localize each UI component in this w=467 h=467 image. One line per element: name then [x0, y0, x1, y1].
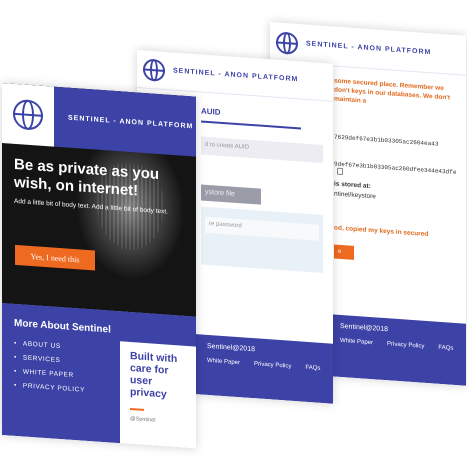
footer-link-white-paper[interactable]: White Paper — [207, 358, 240, 366]
footer-link-faqs[interactable]: FAQs — [305, 365, 320, 372]
brand-name: SENTINEL - ANON PLATFORM — [173, 67, 299, 84]
globe-icon — [276, 30, 298, 55]
globe-icon — [13, 98, 43, 131]
front-lower-section: More About Sentinel ABOUT US SERVICES WH… — [2, 303, 196, 449]
auid-heading: AUID — [201, 106, 301, 130]
card-title: Built with care for user privacy — [130, 349, 178, 401]
copy-icon[interactable] — [337, 167, 343, 176]
front-page-mockup: SENTINEL - ANON PLATFORM Be as private a… — [2, 83, 196, 449]
keystore-button[interactable]: ystore file — [201, 184, 261, 205]
footer-link-white-paper[interactable]: White Paper — [340, 338, 373, 346]
footer-link-privacy[interactable]: Privacy Policy — [254, 361, 291, 370]
menu-item-white-paper[interactable]: WHITE PAPER — [14, 368, 85, 380]
footer-link-faqs[interactable]: FAQs — [438, 345, 453, 352]
warning-text: some secured place. Remember we don't ke… — [334, 77, 451, 105]
footer-copyright: Sentinel@2018 — [207, 342, 255, 354]
logo[interactable] — [2, 83, 54, 147]
confirm-text: od, copied my keys in secured — [334, 224, 429, 239]
menu-item-services[interactable]: SERVICES — [14, 354, 85, 366]
password-panel: re password — [201, 206, 323, 274]
card-divider — [130, 407, 144, 411]
footer-menu: ABOUT US SERVICES WHITE PAPER PRIVACY PO… — [14, 340, 85, 401]
brand-name: SENTINEL - ANON PLATFORM — [68, 114, 194, 130]
footer-link-privacy[interactable]: Privacy Policy — [387, 341, 424, 350]
card-tag: @Sentinel — [130, 415, 156, 424]
create-auid-field[interactable]: d to create AUID — [201, 136, 323, 164]
footer-copyright: Sentinel@2018 — [340, 322, 388, 334]
key-hash-2: 9def67e3b1b03305ac260dfee344e43dfe — [334, 160, 457, 177]
globe-icon — [143, 57, 165, 82]
privacy-card: Built with care for user privacy @Sentin… — [120, 341, 196, 449]
key-hash: 7629def67e3b1b03305ac2604ea43 — [334, 133, 439, 148]
menu-item-about[interactable]: ABOUT US — [14, 340, 85, 352]
orange-button[interactable]: e — [334, 244, 354, 261]
password-field[interactable]: re password — [205, 216, 319, 241]
brand-name: SENTINEL - ANON PLATFORM — [306, 40, 432, 57]
menu-item-privacy[interactable]: PRIVACY POLICY — [14, 382, 85, 393]
more-about-title: More About Sentinel — [14, 317, 111, 336]
